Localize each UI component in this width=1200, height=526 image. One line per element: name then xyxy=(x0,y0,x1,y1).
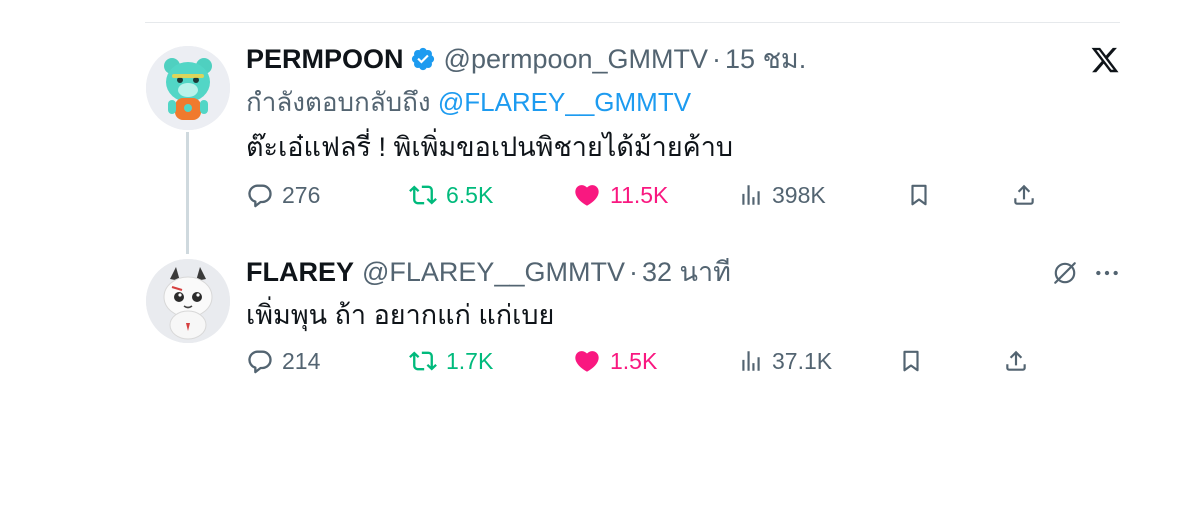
tweet2-separator: · xyxy=(628,257,638,287)
tweet2-view-count: 37.1K xyxy=(772,348,833,374)
tweet1-like-button[interactable]: 11.5K xyxy=(572,181,668,209)
tweet1-views-button[interactable]: 398K xyxy=(738,181,826,209)
reply-icon xyxy=(248,350,272,374)
tweet2-views-button[interactable]: 37.1K xyxy=(738,347,832,375)
permpoon-avatar[interactable] xyxy=(146,46,230,130)
tweet2-text: เพิ่มพุน ถ้า อยากแก่ แก่เบย xyxy=(246,300,555,330)
thread-connector-line xyxy=(186,132,189,254)
tweet1-text: ต๊ะเอ๋แฟลรี่ ! พิเพิ่มขอเปนพิชายได้ม้ายค… xyxy=(246,132,734,162)
tweet1-display-name[interactable]: PERMPOON xyxy=(246,43,404,75)
views-chart-icon xyxy=(742,351,760,371)
tweet1-reply-count: 276 xyxy=(282,182,321,208)
tweet1-reply-button[interactable]: 276 xyxy=(246,181,320,209)
views-chart-icon xyxy=(742,185,760,205)
tweet1-retweet-count: 6.5K xyxy=(446,182,494,208)
tweet1-header: PERMPOON @permpoon_GMMTV · 15 ชม. xyxy=(246,43,806,75)
tweet1-separator: · xyxy=(712,44,722,74)
x-logo-icon[interactable] xyxy=(1090,45,1120,75)
top-divider xyxy=(145,22,1120,23)
retweet-icon xyxy=(409,351,437,371)
reply-icon xyxy=(248,184,272,208)
heart-icon xyxy=(575,351,599,372)
grok-icon[interactable] xyxy=(1052,260,1078,286)
bookmark-icon xyxy=(903,350,919,372)
tweet2-retweet-count: 1.7K xyxy=(446,348,494,374)
tweet1-replying-to: กำลังตอบกลับถึง @FLAREY__GMMTV xyxy=(246,86,691,118)
tweet2-reply-button[interactable]: 214 xyxy=(246,347,320,375)
tweet1-retweet-button[interactable]: 6.5K xyxy=(408,181,493,209)
replying-to-handle-link[interactable]: @FLAREY__GMMTV xyxy=(438,87,691,117)
tweet1-bookmark-button[interactable] xyxy=(906,181,932,209)
tweet2-display-name[interactable]: FLAREY xyxy=(246,256,354,288)
more-options-icon[interactable] xyxy=(1094,262,1120,284)
tweet1-like-count: 11.5K xyxy=(610,182,669,208)
tweet1-handle[interactable]: @permpoon_GMMTV xyxy=(444,43,709,75)
verified-badge-icon xyxy=(411,47,434,71)
bookmark-icon xyxy=(911,184,927,206)
tweet1-share-button[interactable] xyxy=(1011,181,1037,209)
tweet2-header: FLAREY @FLAREY__GMMTV · 32 นาที xyxy=(246,256,731,288)
tweet2-retweet-button[interactable]: 1.7K xyxy=(408,347,493,375)
share-icon xyxy=(1014,184,1034,205)
retweet-icon xyxy=(409,185,437,205)
heart-icon xyxy=(575,185,599,206)
tweet2-share-button[interactable] xyxy=(1003,347,1029,375)
tweet2-bookmark-button[interactable] xyxy=(898,347,924,375)
tweet2-handle[interactable]: @FLAREY__GMMTV xyxy=(362,256,625,288)
tweet2-reply-count: 214 xyxy=(282,348,321,374)
tweet2-like-count: 1.5K xyxy=(610,348,658,374)
tweet1-view-count: 398K xyxy=(772,182,826,208)
replying-to-label: กำลังตอบกลับถึง xyxy=(246,87,431,117)
tweet2-timestamp[interactable]: 32 นาที xyxy=(642,256,731,288)
tweet2-like-button[interactable]: 1.5K xyxy=(572,347,657,375)
flarey-avatar[interactable] xyxy=(146,259,230,343)
share-icon xyxy=(1006,350,1026,371)
tweet1-timestamp[interactable]: 15 ชม. xyxy=(725,43,806,75)
